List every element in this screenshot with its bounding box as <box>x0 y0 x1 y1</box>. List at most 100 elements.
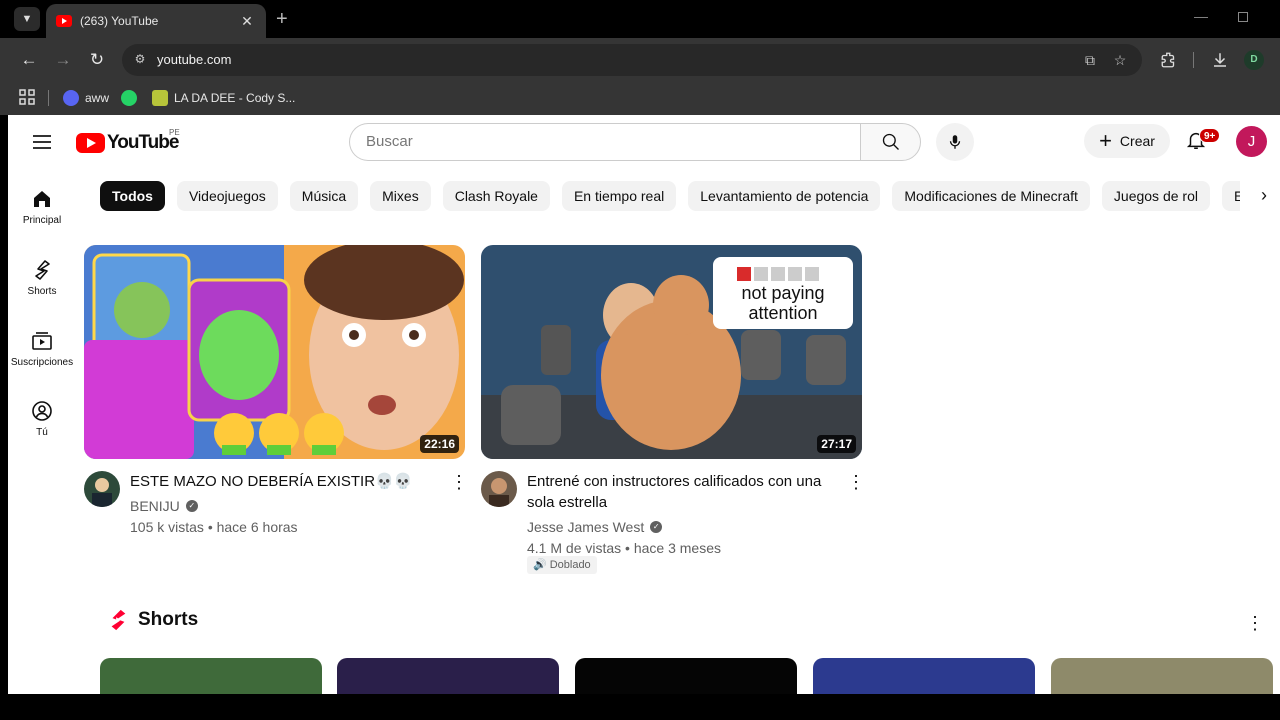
video-title[interactable]: Entrené con instructores calificados con… <box>527 471 837 513</box>
restore-window-button[interactable] <box>1238 12 1248 22</box>
browser-profile-avatar[interactable]: D <box>1244 50 1264 70</box>
bookmarks-divider <box>48 90 49 106</box>
video-thumbnail[interactable]: not paying attention 27:17 <box>481 245 862 459</box>
short-thumbnail[interactable] <box>337 658 559 694</box>
bookmark-star-icon[interactable]: ☆ <box>1110 50 1130 70</box>
logo-text: YouTube <box>107 132 179 153</box>
chip-mixes[interactable]: Mixes <box>370 181 431 211</box>
video-card[interactable]: not paying attention 27:17 Entrené con i… <box>481 245 865 591</box>
short-thumbnail[interactable] <box>813 658 1035 694</box>
close-tab-icon[interactable]: ✕ <box>238 13 256 30</box>
more-options-icon[interactable]: ⋮ <box>847 473 865 491</box>
thumbnail-image <box>481 245 862 459</box>
download-icon[interactable] <box>1209 49 1231 71</box>
search-button[interactable] <box>860 123 921 161</box>
search-input[interactable] <box>366 133 846 150</box>
channel-name[interactable]: BENIJU ✓ <box>130 498 198 514</box>
tab-title: (263) YouTube <box>80 14 159 28</box>
sidebar-item-shorts[interactable]: Shorts <box>8 258 76 297</box>
short-thumbnail[interactable] <box>100 658 322 694</box>
apps-grid-icon[interactable] <box>19 89 35 105</box>
bookmark-label: LA DA DEE - Cody S... <box>174 91 296 105</box>
dubbed-badge: 🔊 Doblado <box>527 556 597 574</box>
install-app-icon[interactable]: ⧉ <box>1080 50 1100 70</box>
create-button[interactable]: + Crear <box>1084 124 1170 158</box>
bookmark-icon <box>152 90 168 106</box>
chip-minecraft[interactable]: Modificaciones de Minecraft <box>892 181 1090 211</box>
channel-avatar[interactable] <box>84 471 120 507</box>
country-code: PE <box>169 128 180 137</box>
video-thumbnail[interactable]: 22:16 <box>84 245 465 459</box>
url-text[interactable]: youtube.com <box>157 52 231 67</box>
bookmark-la-da-dee[interactable]: LA DA DEE - Cody S... <box>152 88 295 108</box>
discord-icon <box>63 90 79 106</box>
bookmark-label: aww <box>85 91 110 105</box>
sidebar-item-principal[interactable]: Principal <box>8 187 76 226</box>
short-thumbnail[interactable] <box>575 658 797 694</box>
home-icon <box>34 191 50 207</box>
channel-name[interactable]: Jesse James West ✓ <box>527 519 663 535</box>
chevron-right-icon[interactable]: › <box>1261 185 1267 206</box>
bookmark-aww[interactable]: aww <box>63 88 109 108</box>
more-options-icon[interactable]: ⋮ <box>450 473 468 491</box>
site-info-icon[interactable]: ⚙ <box>132 52 148 68</box>
user-icon <box>32 401 52 421</box>
shorts-logo-icon <box>111 609 126 631</box>
voice-search-button[interactable] <box>936 123 974 161</box>
youtube-logo[interactable]: YouTube <box>76 132 179 154</box>
chip-clash-royale[interactable]: Clash Royale <box>442 181 550 211</box>
sidebar-label: Suscripciones <box>10 357 74 368</box>
video-duration: 27:17 <box>817 435 856 453</box>
shorts-title: Shorts <box>138 609 199 630</box>
verified-icon: ✓ <box>185 500 198 512</box>
video-stats: 4.1 M de vistas • hace 3 meses <box>527 540 721 556</box>
chip-en-tiempo-real[interactable]: En tiempo real <box>561 181 677 211</box>
extensions-icon[interactable] <box>1158 49 1180 71</box>
chip-todos[interactable]: Todos <box>100 181 165 211</box>
channel-name-text[interactable]: BENIJU <box>130 498 180 514</box>
whatsapp-icon <box>121 90 137 106</box>
account-avatar[interactable]: J <box>1236 126 1267 157</box>
shorts-icon <box>35 260 50 280</box>
chip-levantamiento[interactable]: Levantamiento de potencia <box>688 181 881 211</box>
bookmark-whatsapp[interactable] <box>121 88 143 108</box>
create-label: Crear <box>1119 133 1155 149</box>
bookmarks-bar: aww LA DA DEE - Cody S... <box>0 82 1280 115</box>
menu-icon[interactable] <box>33 135 51 149</box>
address-bar[interactable]: ⚙ youtube.com ⧉ ☆ <box>122 44 1142 76</box>
channel-name-text[interactable]: Jesse James West <box>527 519 644 535</box>
forward-button[interactable]: → <box>52 49 74 71</box>
video-stats: 105 k vistas • hace 6 horas <box>130 519 298 535</box>
chip-juegos-de-rol[interactable]: Juegos de rol <box>1101 181 1210 211</box>
tab-search-button[interactable]: ▼ <box>14 7 40 31</box>
sidebar-label: Tú <box>36 427 48 438</box>
shorts-shelf-header: Shorts <box>108 609 198 631</box>
sidebar-item-tu[interactable]: Tú <box>8 399 76 438</box>
browser-tabstrip: ▼ (263) YouTube ✕ + — <box>0 0 1280 38</box>
back-button[interactable]: ← <box>18 49 40 71</box>
thumbnail-caption: not paying attention <box>741 283 825 323</box>
plus-icon: + <box>1099 128 1112 153</box>
youtube-favicon-icon <box>56 15 72 27</box>
sidebar-label: Shorts <box>27 286 57 297</box>
dubbed-audio-icon: 🔊 <box>533 559 547 571</box>
chip-videojuegos[interactable]: Videojuegos <box>176 181 278 211</box>
new-tab-button[interactable]: + <box>276 7 288 31</box>
notification-badge: 9+ <box>1199 128 1221 143</box>
verified-icon: ✓ <box>650 521 663 533</box>
channel-avatar[interactable] <box>481 471 517 507</box>
chips-fade <box>1240 175 1280 217</box>
reload-button[interactable]: ↻ <box>86 49 108 71</box>
search-icon <box>882 133 899 150</box>
search-box[interactable] <box>349 123 861 161</box>
short-thumbnail[interactable] <box>1051 658 1273 694</box>
video-card[interactable]: 22:16 ESTE MAZO NO DEBERÍA EXISTIR💀💀 ⋮ B… <box>84 245 468 591</box>
minimize-window-button[interactable]: — <box>1194 8 1208 24</box>
shorts-more-options-icon[interactable]: ⋮ <box>1246 613 1264 634</box>
browser-toolbar: ← → ↻ ⚙ youtube.com ⧉ ☆ D <box>0 38 1280 82</box>
microphone-icon <box>949 135 961 149</box>
sidebar-item-suscripciones[interactable]: Suscripciones <box>8 329 76 368</box>
video-title[interactable]: ESTE MAZO NO DEBERÍA EXISTIR💀💀 <box>130 471 430 492</box>
browser-tab-youtube[interactable]: (263) YouTube ✕ <box>46 4 266 38</box>
chip-musica[interactable]: Música <box>289 181 359 211</box>
